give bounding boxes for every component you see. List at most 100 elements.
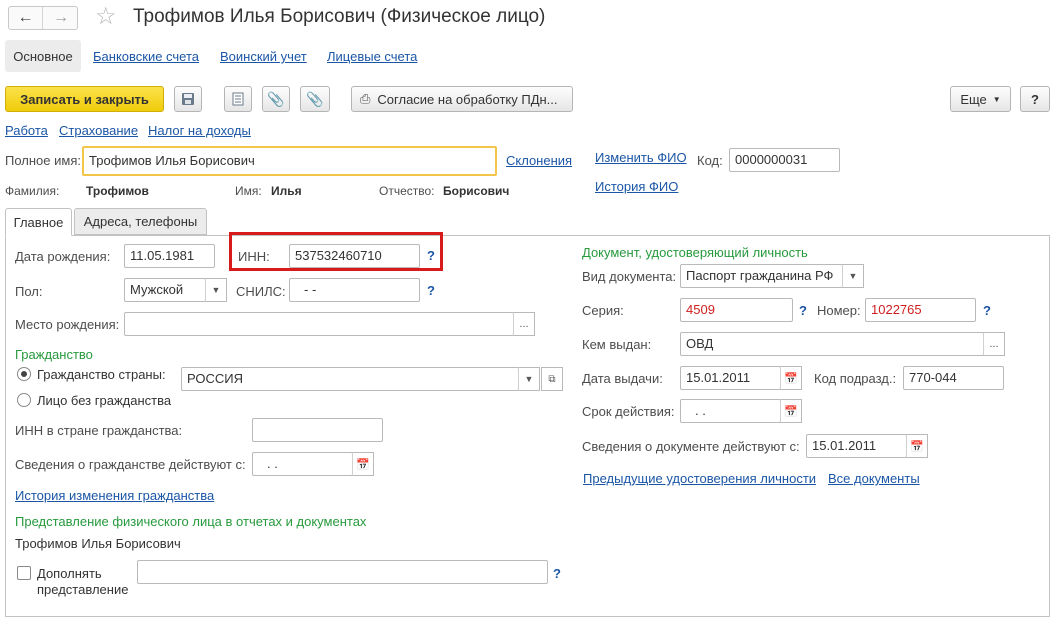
doc-type-dropdown-button[interactable]: ▼ [842, 264, 864, 288]
gender-dropdown-button[interactable]: ▼ [205, 278, 227, 302]
inn-input[interactable]: 537532460710 [289, 244, 420, 268]
document-list-icon [232, 92, 244, 106]
doc-type-label: Вид документа: [582, 269, 677, 284]
surname-value: Трофимов [86, 184, 149, 198]
issue-date-input[interactable]: 15.01.2011 [680, 366, 781, 390]
link-work[interactable]: Работа [5, 123, 48, 138]
doc-valid-label: Сведения о документе действуют с: [582, 439, 800, 454]
supplement-help-icon[interactable]: ? [553, 566, 561, 581]
calendar-icon: 📅 [910, 440, 924, 453]
attachments-list-button[interactable]: 📎 [300, 86, 330, 112]
link-insurance[interactable]: Страхование [59, 123, 138, 138]
birth-date-input[interactable]: 11.05.1981 [124, 244, 215, 268]
back-button[interactable]: ← [9, 7, 43, 29]
caret-down-icon: ▼ [848, 271, 858, 281]
radio-stateless-label: Лицо без гражданства [37, 393, 172, 408]
series-label: Серия: [582, 303, 624, 318]
country-input[interactable]: РОССИЯ [181, 367, 519, 391]
country-open-button[interactable]: ⧉ [541, 367, 563, 391]
snils-help-icon[interactable]: ? [427, 283, 435, 298]
all-docs-link[interactable]: Все документы [828, 471, 920, 486]
radio-country-label: Гражданство страны: [37, 367, 166, 382]
radio-country-citizenship[interactable] [17, 367, 31, 381]
number-help-icon[interactable]: ? [983, 303, 991, 318]
calendar-icon: 📅 [356, 458, 370, 471]
caret-down-icon: ▼ [211, 285, 221, 295]
inn-help-icon[interactable]: ? [427, 248, 435, 263]
tab-addresses-phones[interactable]: Адреса, телефоны [74, 208, 207, 235]
validity-input[interactable]: . . [680, 399, 781, 423]
citizenship-valid-calendar-button[interactable]: 📅 [352, 452, 374, 476]
issue-date-calendar-button[interactable]: 📅 [780, 366, 802, 390]
full-name-input[interactable]: Трофимов Илья Борисович [82, 146, 497, 176]
window-title: Трофимов Илья Борисович (Физическое лицо… [133, 6, 546, 27]
doc-valid-input[interactable]: 15.01.2011 [806, 434, 907, 458]
calendar-icon: 📅 [784, 405, 798, 418]
nav-tab-personal-accounts[interactable]: Лицевые счета [327, 49, 417, 64]
surname-label: Фамилия: [5, 184, 60, 198]
citizenship-header: Гражданство [15, 347, 93, 362]
tab-main[interactable]: Главное [5, 208, 72, 236]
doc-type-select[interactable]: Паспорт гражданина РФ [680, 264, 843, 288]
birthplace-label: Место рождения: [15, 317, 120, 332]
arrow-right-icon: → [53, 9, 69, 26]
floppy-disk-icon [182, 93, 194, 105]
save-and-close-button[interactable]: Записать и закрыть [5, 86, 164, 112]
nav-tab-bank-accounts[interactable]: Банковские счета [93, 49, 199, 64]
gender-label: Пол: [15, 284, 43, 299]
code-label: Код: [697, 153, 723, 168]
birthplace-select-button[interactable]: ... [513, 312, 535, 336]
report-button[interactable] [224, 86, 252, 112]
declensions-link[interactable]: Склонения [506, 153, 572, 168]
issued-by-input[interactable]: ОВД [680, 332, 984, 356]
more-menu-button[interactable]: Еще ▼ [950, 86, 1011, 112]
supplement-label-line-2: представление [37, 582, 129, 597]
series-help-icon[interactable]: ? [799, 303, 807, 318]
radio-stateless[interactable] [17, 393, 31, 407]
inn-citizenship-input[interactable] [252, 418, 383, 442]
arrow-left-icon: ← [17, 9, 34, 26]
radio-dot [21, 371, 27, 377]
validity-calendar-button[interactable]: 📅 [780, 399, 802, 423]
citizenship-valid-label: Сведения о гражданстве действуют с: [15, 457, 246, 472]
number-label: Номер: [817, 303, 861, 318]
citizenship-history-link[interactable]: История изменения гражданства [15, 488, 214, 503]
forward-button[interactable]: → [44, 7, 78, 29]
caret-down-icon: ▼ [524, 374, 534, 384]
series-input[interactable]: 4509 [680, 298, 793, 322]
name-value: Илья [271, 184, 302, 198]
ellipsis-icon: ... [989, 338, 999, 350]
back-forward-group: ← → [8, 6, 78, 30]
supplement-checkbox[interactable] [17, 566, 31, 580]
favorite-star-icon[interactable]: ☆ [95, 2, 117, 31]
citizenship-valid-input[interactable]: . . [252, 452, 353, 476]
paperclip-icon: 📎 [267, 90, 285, 107]
pd-consent-button[interactable]: ⎙ Согласие на обработку ПДн... [351, 86, 573, 112]
issued-by-select-button[interactable]: ... [983, 332, 1005, 356]
country-dropdown-button[interactable]: ▼ [518, 367, 540, 391]
help-button[interactable]: ? [1020, 86, 1050, 112]
issued-by-label: Кем выдан: [582, 337, 652, 352]
birthplace-input[interactable] [124, 312, 514, 336]
gender-select[interactable]: Мужской [124, 278, 206, 302]
link-income-tax[interactable]: Налог на доходы [148, 123, 251, 138]
caret-down-icon: ▼ [992, 94, 1001, 104]
issue-date-label: Дата выдачи: [582, 371, 663, 386]
dept-code-input[interactable]: 770-044 [903, 366, 1004, 390]
patronymic-value: Борисович [443, 184, 510, 198]
snils-label: СНИЛС: [236, 284, 286, 299]
change-fio-link[interactable]: Изменить ФИО [595, 150, 687, 165]
previous-docs-link[interactable]: Предыдущие удостоверения личности [583, 471, 816, 486]
code-input[interactable]: 0000000031 [729, 148, 840, 172]
doc-valid-calendar-button[interactable]: 📅 [906, 434, 928, 458]
nav-tab-military[interactable]: Воинский учет [220, 49, 307, 64]
save-button[interactable] [174, 86, 202, 112]
history-fio-link[interactable]: История ФИО [595, 179, 678, 194]
attach-button[interactable]: 📎 [262, 86, 290, 112]
inn-label: ИНН: [238, 249, 270, 264]
doc-header: Документ, удостоверяющий личность [582, 245, 808, 260]
number-input[interactable]: 1022765 [865, 298, 976, 322]
supplement-input[interactable] [137, 560, 548, 584]
snils-input[interactable]: - - [289, 278, 420, 302]
nav-tab-main[interactable]: Основное [5, 40, 81, 72]
